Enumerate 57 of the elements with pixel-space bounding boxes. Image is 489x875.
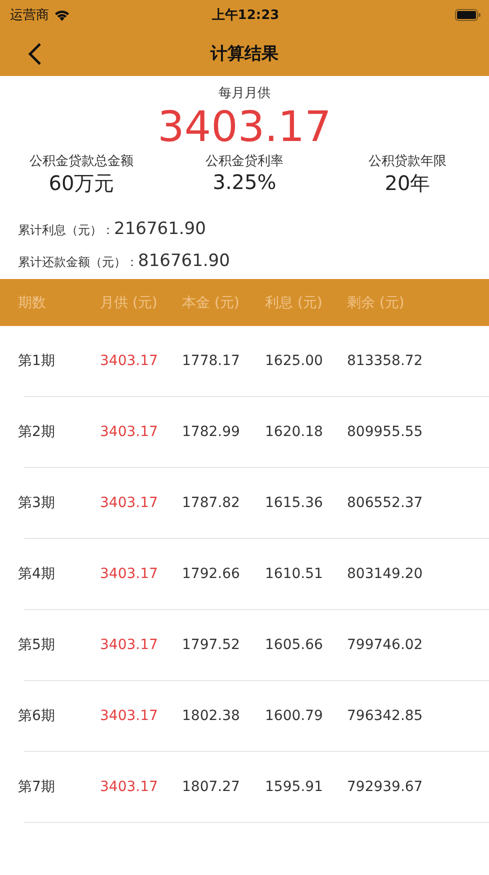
total-value: 216761.90 xyxy=(114,219,206,239)
monthly-payment: 3403.17 xyxy=(158,102,332,152)
column-header: 利息 (元) xyxy=(265,294,324,312)
table-cell-text: 第2期 xyxy=(18,423,56,442)
table-cell-text: 1595.91 xyxy=(265,778,324,797)
table-cell-text: 1605.66 xyxy=(265,636,324,655)
table-cell-text: 第3期 xyxy=(18,494,56,513)
table-cell-text: 1778.17 xyxy=(182,352,241,371)
total-label: 累计还款金额（元）： xyxy=(18,254,138,271)
table-cell-text: 3403.17 xyxy=(100,423,159,442)
status-time: 上午12:23 xyxy=(212,7,280,24)
table-cell-text: 1620.18 xyxy=(265,423,324,442)
stat-value: 60万元 xyxy=(48,170,114,197)
column-header: 期数 xyxy=(18,294,47,312)
table-cell-text: 3403.17 xyxy=(100,565,159,584)
stat-label: 公积金贷款总金额 xyxy=(30,153,134,170)
table-cell-text: 1615.36 xyxy=(265,494,324,513)
carrier-name: 运营商 xyxy=(10,7,49,24)
table-cell-text: 1792.66 xyxy=(182,565,241,584)
total-value: 816761.90 xyxy=(138,251,230,271)
stat-label: 公积贷款年限 xyxy=(368,153,446,170)
table-cell-text: 806552.37 xyxy=(347,494,424,513)
table-cell-text: 809955.55 xyxy=(347,423,424,442)
total-label: 累计利息（元）： xyxy=(18,222,114,239)
table-cell-text: 1625.00 xyxy=(265,352,324,371)
monthly-label: 每月月供 xyxy=(218,85,270,102)
table-cell-text: 1782.99 xyxy=(182,423,241,442)
table-cell-text: 第6期 xyxy=(18,707,56,726)
table-cell-text: 3403.17 xyxy=(100,778,159,797)
table-cell-text: 799746.02 xyxy=(347,636,424,655)
table-cell-text: 1807.27 xyxy=(182,778,241,797)
table-cell-text: 803149.20 xyxy=(347,565,424,584)
column-header: 本金 (元) xyxy=(182,294,240,312)
table-cell-text: 3403.17 xyxy=(100,636,159,655)
wifi-icon xyxy=(54,9,70,21)
column-header: 剩余 (元) xyxy=(347,294,406,312)
page-title: 计算结果 xyxy=(210,42,278,64)
table-cell-text: 1797.52 xyxy=(182,636,241,655)
table-cell-text: 3403.17 xyxy=(100,352,159,371)
table-cell-text: 792939.67 xyxy=(347,778,424,797)
stat-label: 公积金贷利率 xyxy=(206,153,284,170)
table-cell-text: 813358.72 xyxy=(347,352,424,371)
table-cell-text: 1802.38 xyxy=(182,707,241,726)
table-cell-text: 3403.17 xyxy=(100,494,159,513)
battery-icon xyxy=(454,9,481,21)
column-header: 月供 (元) xyxy=(100,294,158,312)
table-cell-text: 1787.82 xyxy=(182,494,241,513)
table-cell-text: 3403.17 xyxy=(100,707,159,726)
table-cell-text: 1610.51 xyxy=(265,565,324,584)
stat-value: 3.25% xyxy=(212,170,276,194)
table-cell-text: 796342.85 xyxy=(347,707,424,726)
stat-value: 20年 xyxy=(384,170,430,197)
table-cell-text: 1600.79 xyxy=(265,707,324,726)
table-cell-text: 第4期 xyxy=(18,565,56,584)
table-cell-text: 第1期 xyxy=(18,352,56,371)
table-cell-text: 第5期 xyxy=(18,636,56,655)
table-cell-text: 第7期 xyxy=(18,778,56,797)
